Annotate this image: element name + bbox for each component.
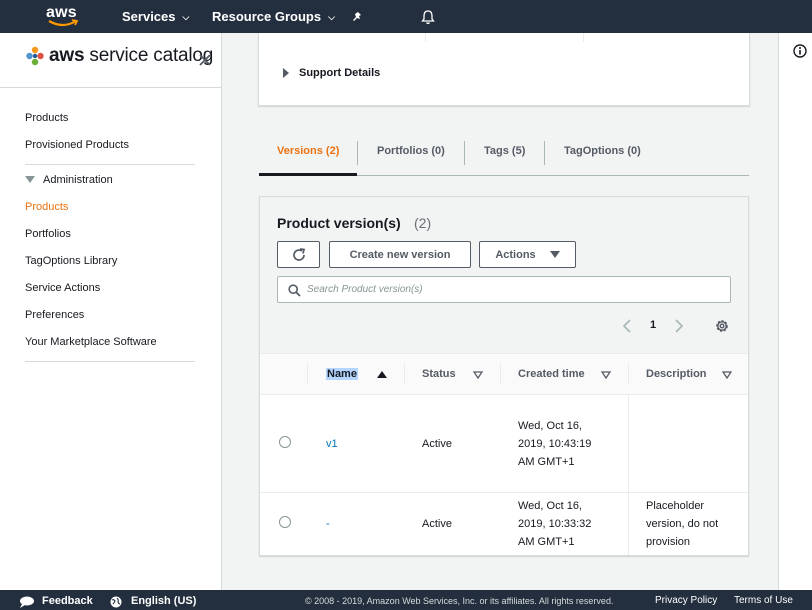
- panel-title: Product version(s): [277, 215, 401, 231]
- sidebar-item-admin-products[interactable]: Products: [25, 201, 68, 213]
- product-versions-panel: Product version(s) (2) Create new versio…: [259, 196, 749, 556]
- sidebar-item-service-actions[interactable]: Service Actions: [25, 282, 100, 294]
- chevron-down-icon: ⌵: [182, 12, 190, 22]
- product-details-panel: Support Details: [258, 33, 750, 106]
- language-selector[interactable]: English (US): [131, 590, 196, 610]
- sidebar-item-tagoptions-library[interactable]: TagOptions Library: [25, 255, 117, 267]
- tab-tags[interactable]: Tags (5): [484, 132, 525, 175]
- refresh-button[interactable]: [277, 241, 320, 268]
- pin-icon[interactable]: [351, 9, 365, 23]
- row-select-radio[interactable]: [279, 516, 291, 528]
- brand-name: service catalog: [89, 45, 214, 66]
- sidebar: aws service catalog Products Provisioned…: [0, 33, 222, 590]
- column-header-description[interactable]: Description: [646, 354, 707, 395]
- tab-portfolios[interactable]: Portfolios (0): [377, 132, 445, 175]
- support-details-toggle[interactable]: Support Details: [283, 67, 380, 79]
- service-catalog-brand[interactable]: aws service catalog: [25, 44, 213, 68]
- search-box: [277, 276, 731, 303]
- tab-bar: Versions (2) Portfolios (0) Tags (5) Tag…: [259, 132, 749, 176]
- sidebar-item-products[interactable]: Products: [25, 112, 68, 124]
- search-input[interactable]: [307, 278, 717, 301]
- column-header-created-time[interactable]: Created time: [518, 354, 585, 395]
- aws-smile-icon: [48, 19, 79, 27]
- versions-table: Name Status Created time Description v1 …: [260, 353, 748, 555]
- aws-logo[interactable]: aws: [46, 4, 82, 28]
- sort-icon[interactable]: [601, 371, 611, 379]
- feedback-link[interactable]: Feedback: [42, 590, 93, 610]
- caret-down-icon: [25, 176, 35, 183]
- resource-groups-menu[interactable]: Resource Groups ⌵: [212, 0, 335, 33]
- sidebar-item-preferences[interactable]: Preferences: [25, 309, 84, 321]
- service-catalog-logo-icon: [26, 46, 44, 66]
- sort-ascending-icon[interactable]: [377, 371, 387, 378]
- sidebar-section-administration[interactable]: Administration: [25, 174, 113, 186]
- actions-dropdown[interactable]: Actions: [479, 241, 576, 268]
- version-description: Placeholder version, do not provision: [646, 500, 719, 548]
- column-header-name[interactable]: Name: [326, 354, 358, 395]
- sort-icon[interactable]: [473, 371, 483, 379]
- tab-tagoptions[interactable]: TagOptions (0): [564, 132, 641, 175]
- top-navigation-bar: aws Services ⌵ Resource Groups ⌵: [0, 0, 812, 33]
- sidebar-separator: [25, 361, 195, 362]
- create-new-version-button[interactable]: Create new version: [329, 241, 471, 268]
- chevron-down-icon: ⌵: [328, 12, 335, 22]
- version-status: Active: [422, 518, 452, 530]
- version-created-time: Wed, Oct 16, 2019, 10:33:32 AM GMT+1: [518, 500, 592, 548]
- version-count: (2): [414, 215, 432, 231]
- table-header: Name Status Created time Description: [260, 354, 748, 395]
- version-status: Active: [422, 438, 452, 450]
- refresh-icon: [292, 247, 305, 261]
- active-tab-indicator: [259, 173, 357, 176]
- table-row[interactable]: v1 Active Wed, Oct 16, 2019, 10:43:19 AM…: [260, 395, 748, 493]
- services-menu[interactable]: Services ⌵: [122, 0, 189, 33]
- brand-prefix: aws: [49, 45, 85, 66]
- sort-icon[interactable]: [722, 371, 732, 379]
- row-select-radio[interactable]: [279, 436, 291, 448]
- copyright-text: © 2008 - 2019, Amazon Web Services, Inc.…: [305, 596, 614, 606]
- page-number[interactable]: 1: [650, 319, 656, 331]
- caret-right-icon: [283, 68, 289, 78]
- table-row[interactable]: - Active Wed, Oct 16, 2019, 10:33:32 AM …: [260, 493, 748, 555]
- version-created-time: Wed, Oct 16, 2019, 10:43:19 AM GMT+1: [518, 420, 592, 468]
- info-icon[interactable]: [793, 44, 807, 58]
- footer: Feedback English (US) © 2008 - 2019, Ama…: [0, 590, 812, 610]
- help-panel-strip: [778, 33, 812, 590]
- sidebar-item-marketplace-software[interactable]: Your Marketplace Software: [25, 336, 157, 348]
- privacy-policy-link[interactable]: Privacy Policy: [655, 590, 717, 610]
- tab-versions[interactable]: Versions (2): [277, 132, 339, 175]
- sidebar-separator: [25, 164, 195, 165]
- search-icon: [288, 284, 301, 297]
- gear-icon[interactable]: [714, 318, 730, 334]
- version-name-link[interactable]: -: [326, 515, 330, 533]
- column-header-status[interactable]: Status: [422, 354, 456, 395]
- sidebar-item-provisioned-products[interactable]: Provisioned Products: [25, 139, 129, 151]
- version-name-link[interactable]: v1: [326, 435, 338, 453]
- next-page-icon[interactable]: [674, 318, 684, 334]
- previous-page-icon[interactable]: [622, 318, 632, 334]
- feedback-icon: [20, 596, 34, 608]
- caret-down-icon: [549, 251, 560, 258]
- sidebar-item-portfolios[interactable]: Portfolios: [25, 228, 71, 240]
- globe-icon: [110, 596, 122, 608]
- bell-icon[interactable]: [421, 9, 435, 25]
- close-icon[interactable]: [197, 52, 213, 68]
- sidebar-divider: [0, 87, 222, 88]
- terms-of-use-link[interactable]: Terms of Use: [734, 590, 793, 610]
